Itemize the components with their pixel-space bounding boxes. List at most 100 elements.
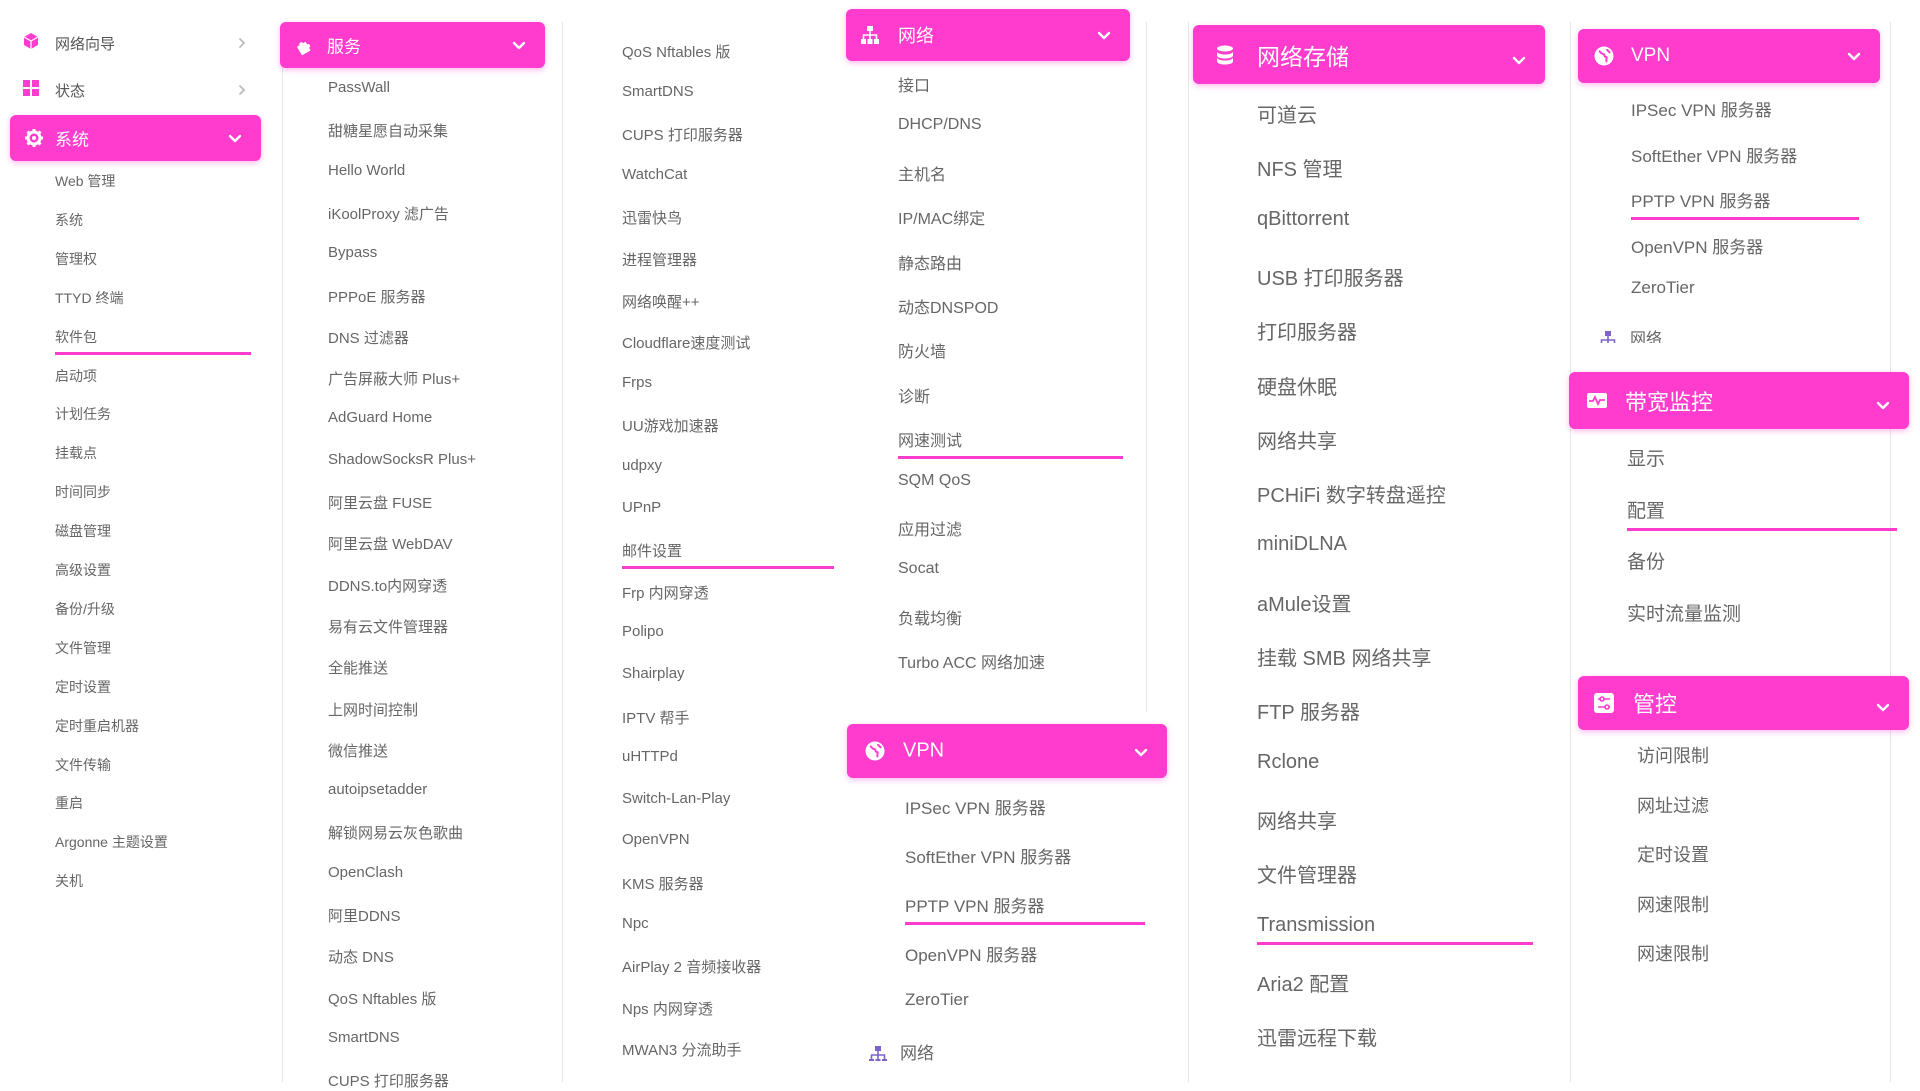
storage-item-usb[interactable]: USB 打印服务器 <box>1257 262 1404 291</box>
system-item-ttyd[interactable]: TTYD 终端 <box>55 288 123 308</box>
system-item-item[interactable]: 挂载点 <box>55 443 97 463</box>
system-item-item[interactable]: 管理权 <box>55 249 97 269</box>
network-item-item[interactable]: 防火墙 <box>898 338 946 362</box>
services-item-passwall[interactable]: PassWall <box>328 79 390 96</box>
storage-item-minidlna[interactable]: miniDLNA <box>1257 533 1347 556</box>
services-item-nps[interactable]: Nps 内网穿透 <box>622 998 713 1019</box>
network-item-dnspod[interactable]: 动态DNSPOD <box>898 294 998 318</box>
services-item-udpxy[interactable]: udpxy <box>622 457 662 474</box>
sidebar-item-status[interactable]: 状态 <box>22 79 252 101</box>
storage-item-nfs[interactable]: NFS 管理 <box>1257 153 1343 182</box>
services-item-qos-nftables[interactable]: QoS Nftables 版 <box>328 988 436 1009</box>
services-item-shadowsocksr-plus[interactable]: ShadowSocksR Plus+ <box>328 451 476 468</box>
services-item-item[interactable]: 微信推送 <box>328 740 388 761</box>
bandwidth-item-item[interactable]: 实时流量监测 <box>1627 599 1741 626</box>
system-item-item[interactable]: 文件传输 <box>55 755 111 775</box>
network-item-item[interactable]: 接口 <box>898 72 930 96</box>
services-header[interactable]: 服务 <box>280 22 545 68</box>
vpn-item-softether-vpn[interactable]: SoftEther VPN 服务器 <box>905 843 1071 868</box>
services-item-plus[interactable]: 广告屏蔽大师 Plus+ <box>328 368 460 389</box>
network-item-item[interactable]: 主机名 <box>898 161 946 185</box>
services-item-switch-lan-play[interactable]: Switch-Lan-Play <box>622 790 730 807</box>
services-item-item[interactable]: 网络唤醒++ <box>622 291 700 312</box>
network-item-socat[interactable]: Socat <box>898 560 939 578</box>
network-item-item[interactable]: 负载均衡 <box>898 605 962 629</box>
vpn-item-pptp-vpn[interactable]: PPTP VPN 服务器 <box>1631 187 1859 220</box>
system-item-item[interactable]: 计划任务 <box>55 404 111 424</box>
services-item-item[interactable]: 迅雷快鸟 <box>622 207 682 228</box>
storage-item-rclone[interactable]: Rclone <box>1257 751 1319 774</box>
network-item-item[interactable]: 静态路由 <box>898 250 962 274</box>
network-item-item[interactable]: 应用过滤 <box>898 516 962 540</box>
storage-item-qbittorrent[interactable]: qBittorrent <box>1257 208 1349 231</box>
control-item-item[interactable]: 访问限制 <box>1637 742 1709 768</box>
bandwidth-item-item[interactable]: 显示 <box>1627 444 1665 471</box>
control-item-item[interactable]: 网速限制 <box>1637 940 1709 966</box>
system-item-item[interactable]: 备份/升级 <box>55 599 115 619</box>
storage-item-item[interactable]: 迅雷远程下载 <box>1257 1022 1377 1051</box>
control-item-item[interactable]: 网址过滤 <box>1637 792 1709 818</box>
services-item-pppoe[interactable]: PPPoE 服务器 <box>328 286 426 307</box>
system-header[interactable]: 系统 <box>10 115 261 161</box>
storage-item-aria2[interactable]: Aria2 配置 <box>1257 968 1349 997</box>
storage-item-item[interactable]: 文件管理器 <box>1257 859 1357 888</box>
sidebar-item-wizard[interactable]: 网络向导 <box>22 32 252 54</box>
storage-item-transmission[interactable]: Transmission <box>1257 914 1534 945</box>
control-header[interactable]: 管控 <box>1578 676 1909 730</box>
system-item-web[interactable]: Web 管理 <box>55 171 115 191</box>
system-item-item[interactable]: 高级设置 <box>55 560 111 580</box>
services-item-ikoolproxy[interactable]: iKoolProxy 滤广告 <box>328 203 449 224</box>
vpn-header-2[interactable]: VPN <box>1578 29 1880 83</box>
system-item-item[interactable]: 重启 <box>55 793 83 813</box>
system-item-item[interactable]: 文件管理 <box>55 638 111 658</box>
storage-item-item[interactable]: 可道云 <box>1257 99 1317 128</box>
services-item-cloudflare[interactable]: Cloudflare速度测试 <box>622 332 750 353</box>
services-item-item[interactable]: 易有云文件管理器 <box>328 616 448 637</box>
storage-item-amule[interactable]: aMule设置 <box>1257 588 1351 617</box>
storage-item-item[interactable]: 网络共享 <box>1257 425 1337 454</box>
services-item-npc[interactable]: Npc <box>622 915 649 932</box>
system-item-argonne[interactable]: Argonne 主题设置 <box>55 832 168 852</box>
vpn-item-ipsec-vpn[interactable]: IPSec VPN 服务器 <box>905 794 1046 819</box>
services-item-frp[interactable]: Frp 内网穿透 <box>622 582 709 603</box>
services-item-item[interactable]: 全能推送 <box>328 657 388 678</box>
services-item-shairplay[interactable]: Shairplay <box>622 665 685 682</box>
services-item-upnp[interactable]: UPnP <box>622 499 661 516</box>
network-item-sqm-qos[interactable]: SQM QoS <box>898 472 971 490</box>
services-item-item[interactable]: 上网时间控制 <box>328 699 418 720</box>
services-item-uu[interactable]: UU游戏加速器 <box>622 415 719 436</box>
system-item-item[interactable]: 系统 <box>55 210 83 230</box>
storage-item-ftp[interactable]: FTP 服务器 <box>1257 696 1360 725</box>
storage-item-item[interactable]: 硬盘休眠 <box>1257 371 1337 400</box>
services-item-item[interactable]: 解锁网易云灰色歌曲 <box>328 822 463 843</box>
services-item-hello-world[interactable]: Hello World <box>328 162 405 179</box>
network-item-item[interactable]: 诊断 <box>898 383 930 407</box>
vpn-item-zerotier[interactable]: ZeroTier <box>1631 278 1695 298</box>
system-item-item[interactable]: 启动项 <box>55 366 97 386</box>
system-item-item[interactable]: 关机 <box>55 871 83 891</box>
services-item-dns[interactable]: 动态 DNS <box>328 946 394 967</box>
services-item-adguard-home[interactable]: AdGuard Home <box>328 409 432 426</box>
vpn-header[interactable]: VPN <box>847 724 1167 778</box>
services-item-qos-nftables[interactable]: QoS Nftables 版 <box>622 41 730 62</box>
storage-item-item[interactable]: 打印服务器 <box>1257 316 1357 345</box>
services-item-item[interactable]: 甜糖星愿自动采集 <box>328 120 448 141</box>
vpn-item-ipsec-vpn[interactable]: IPSec VPN 服务器 <box>1631 96 1772 121</box>
services-item-smartdns[interactable]: SmartDNS <box>622 83 694 100</box>
services-item-frps[interactable]: Frps <box>622 374 652 391</box>
nav-group-network-collapsed[interactable]: 网络 <box>1598 325 1662 343</box>
system-item-item[interactable]: 磁盘管理 <box>55 521 111 541</box>
network-storage-header[interactable]: 网络存储 <box>1193 25 1545 84</box>
nav-group-network-collapsed[interactable]: 网络 <box>868 1039 934 1061</box>
network-header[interactable]: 网络 <box>846 9 1130 61</box>
vpn-item-pptp-vpn[interactable]: PPTP VPN 服务器 <box>905 892 1145 925</box>
bandwidth-monitor-header[interactable]: 带宽监控 <box>1569 372 1909 429</box>
services-item-mwan3[interactable]: MWAN3 分流助手 <box>622 1039 741 1060</box>
services-item-cups[interactable]: CUPS 打印服务器 <box>328 1070 449 1091</box>
services-item-dns[interactable]: DNS 过滤器 <box>328 327 409 348</box>
services-item-watchcat[interactable]: WatchCat <box>622 166 687 183</box>
vpn-item-softether-vpn[interactable]: SoftEther VPN 服务器 <box>1631 142 1797 167</box>
services-item-fuse[interactable]: 阿里云盘 FUSE <box>328 492 432 513</box>
services-item-polipo[interactable]: Polipo <box>622 623 664 640</box>
services-item-kms[interactable]: KMS 服务器 <box>622 873 704 894</box>
